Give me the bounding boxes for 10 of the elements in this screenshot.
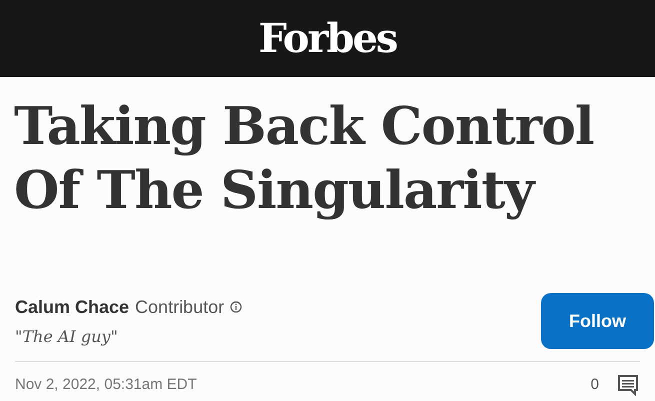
logo[interactable]: Forbes: [258, 8, 396, 68]
comment-count: 0: [590, 375, 599, 395]
author-name[interactable]: Calum Chace: [15, 294, 130, 320]
article-title: Taking Back Control Of The Singularity: [13, 95, 595, 223]
comment-icon[interactable]: [617, 374, 639, 396]
author-role: Contributor: [135, 296, 224, 318]
follow-button[interactable]: Follow: [541, 293, 654, 349]
publish-date: Nov 2, 2022, 05:31am EDT: [15, 375, 197, 395]
info-icon[interactable]: [230, 301, 242, 313]
author-tagline: "The AI guy": [15, 326, 119, 348]
